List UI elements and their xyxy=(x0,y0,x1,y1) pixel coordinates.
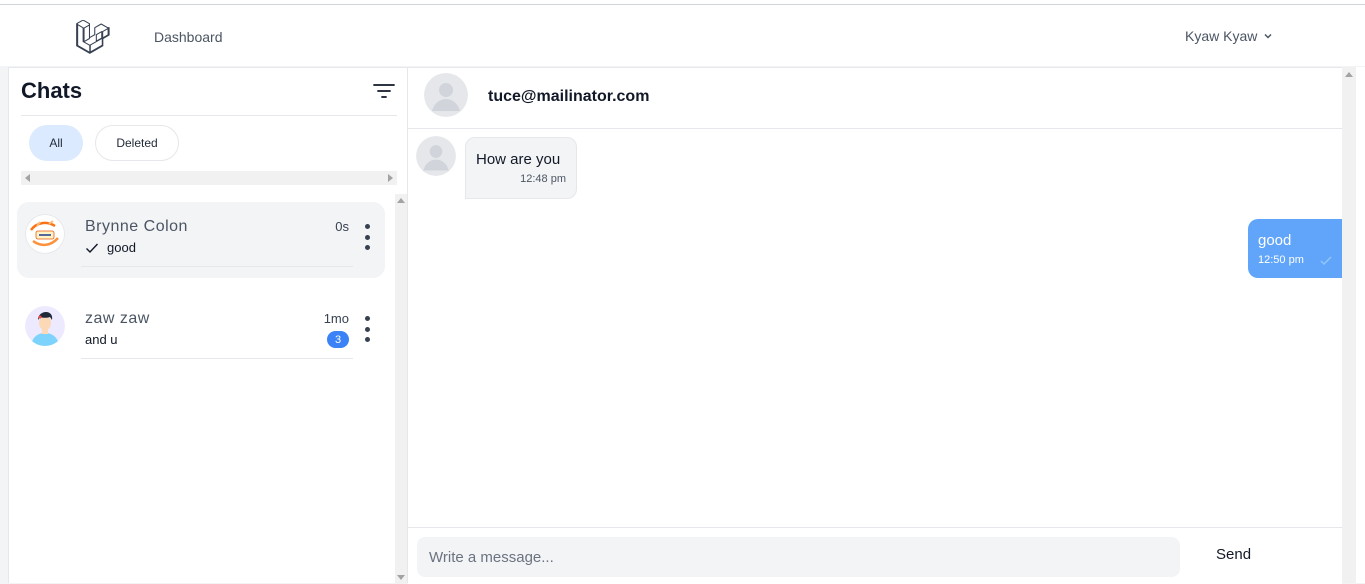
checkmark-icon xyxy=(86,243,99,253)
page-scrollbar[interactable] xyxy=(1342,67,1356,583)
chat-list-panel: Chats All Deleted Brynne Colon 0s good z… xyxy=(8,67,408,584)
avatar xyxy=(25,214,65,254)
vertical-scrollbar[interactable] xyxy=(395,194,407,584)
incoming-message-bubble: How are you 12:48 pm xyxy=(465,137,577,199)
tab-all[interactable]: All xyxy=(29,125,83,161)
unread-count-badge: 3 xyxy=(327,331,349,348)
default-user-icon xyxy=(416,136,456,176)
contact-logo-image xyxy=(25,214,65,254)
horizontal-scrollbar[interactable] xyxy=(21,171,397,185)
conversation-preview: and u xyxy=(85,332,118,347)
chats-title: Chats xyxy=(21,78,83,103)
chat-thread-panel: tuce@mailinator.com How are you 12:48 pm… xyxy=(408,67,1342,584)
scroll-left-arrow-icon[interactable] xyxy=(25,174,30,182)
user-menu-dropdown[interactable]: Kyaw Kyaw xyxy=(1185,28,1273,44)
conversation-name: zaw zaw xyxy=(85,310,150,327)
message-timestamp: 12:48 pm xyxy=(520,173,566,185)
divider xyxy=(81,266,353,267)
scroll-down-arrow-icon[interactable] xyxy=(397,575,405,580)
divider xyxy=(81,358,353,359)
more-options-icon[interactable] xyxy=(363,224,371,250)
conversation-preview: good xyxy=(85,240,136,255)
contact-email-title: tuce@mailinator.com xyxy=(488,88,650,105)
conversation-item-brynne-colon[interactable]: Brynne Colon 0s good xyxy=(17,202,385,278)
contact-avatar-image xyxy=(25,306,65,346)
thread-header: tuce@mailinator.com xyxy=(408,68,1342,129)
default-user-icon xyxy=(424,73,468,117)
avatar xyxy=(25,306,65,346)
user-name: Kyaw Kyaw xyxy=(1185,28,1258,44)
chats-header: Chats xyxy=(21,68,397,116)
laravel-logo-icon[interactable] xyxy=(76,20,110,54)
message-timestamp: 12:50 pm xyxy=(1258,254,1304,266)
message-composer: Send xyxy=(408,527,1342,584)
conversation-preview-text: and u xyxy=(85,332,118,347)
conversation-time: 0s xyxy=(335,219,349,234)
conversation-time: 1mo xyxy=(323,311,349,326)
checkmark-icon xyxy=(1320,256,1332,266)
conversation-item-zaw-zaw[interactable]: zaw zaw 1mo and u 3 xyxy=(17,294,385,370)
page-edge xyxy=(1356,67,1365,583)
tab-deleted[interactable]: Deleted xyxy=(95,125,179,161)
more-options-icon[interactable] xyxy=(363,316,371,342)
chevron-down-icon xyxy=(1264,33,1272,39)
send-button[interactable]: Send xyxy=(1216,546,1251,563)
avatar xyxy=(416,136,456,176)
scroll-up-arrow-icon[interactable] xyxy=(1345,72,1353,77)
outgoing-message-bubble: good 12:50 pm xyxy=(1248,219,1342,278)
message-input[interactable] xyxy=(417,537,1180,577)
message-text: good xyxy=(1258,232,1292,249)
conversation-preview-text: good xyxy=(107,240,136,255)
chat-filter-tabs: All Deleted xyxy=(29,125,179,161)
filter-icon[interactable] xyxy=(373,82,395,100)
nav-dashboard-link[interactable]: Dashboard xyxy=(154,29,223,45)
message-text: How are you xyxy=(476,151,561,168)
conversation-name: Brynne Colon xyxy=(85,218,188,235)
scroll-right-arrow-icon[interactable] xyxy=(388,174,393,182)
navbar: Dashboard Kyaw Kyaw xyxy=(0,5,1365,67)
avatar xyxy=(424,73,468,117)
scroll-up-arrow-icon[interactable] xyxy=(397,198,405,203)
